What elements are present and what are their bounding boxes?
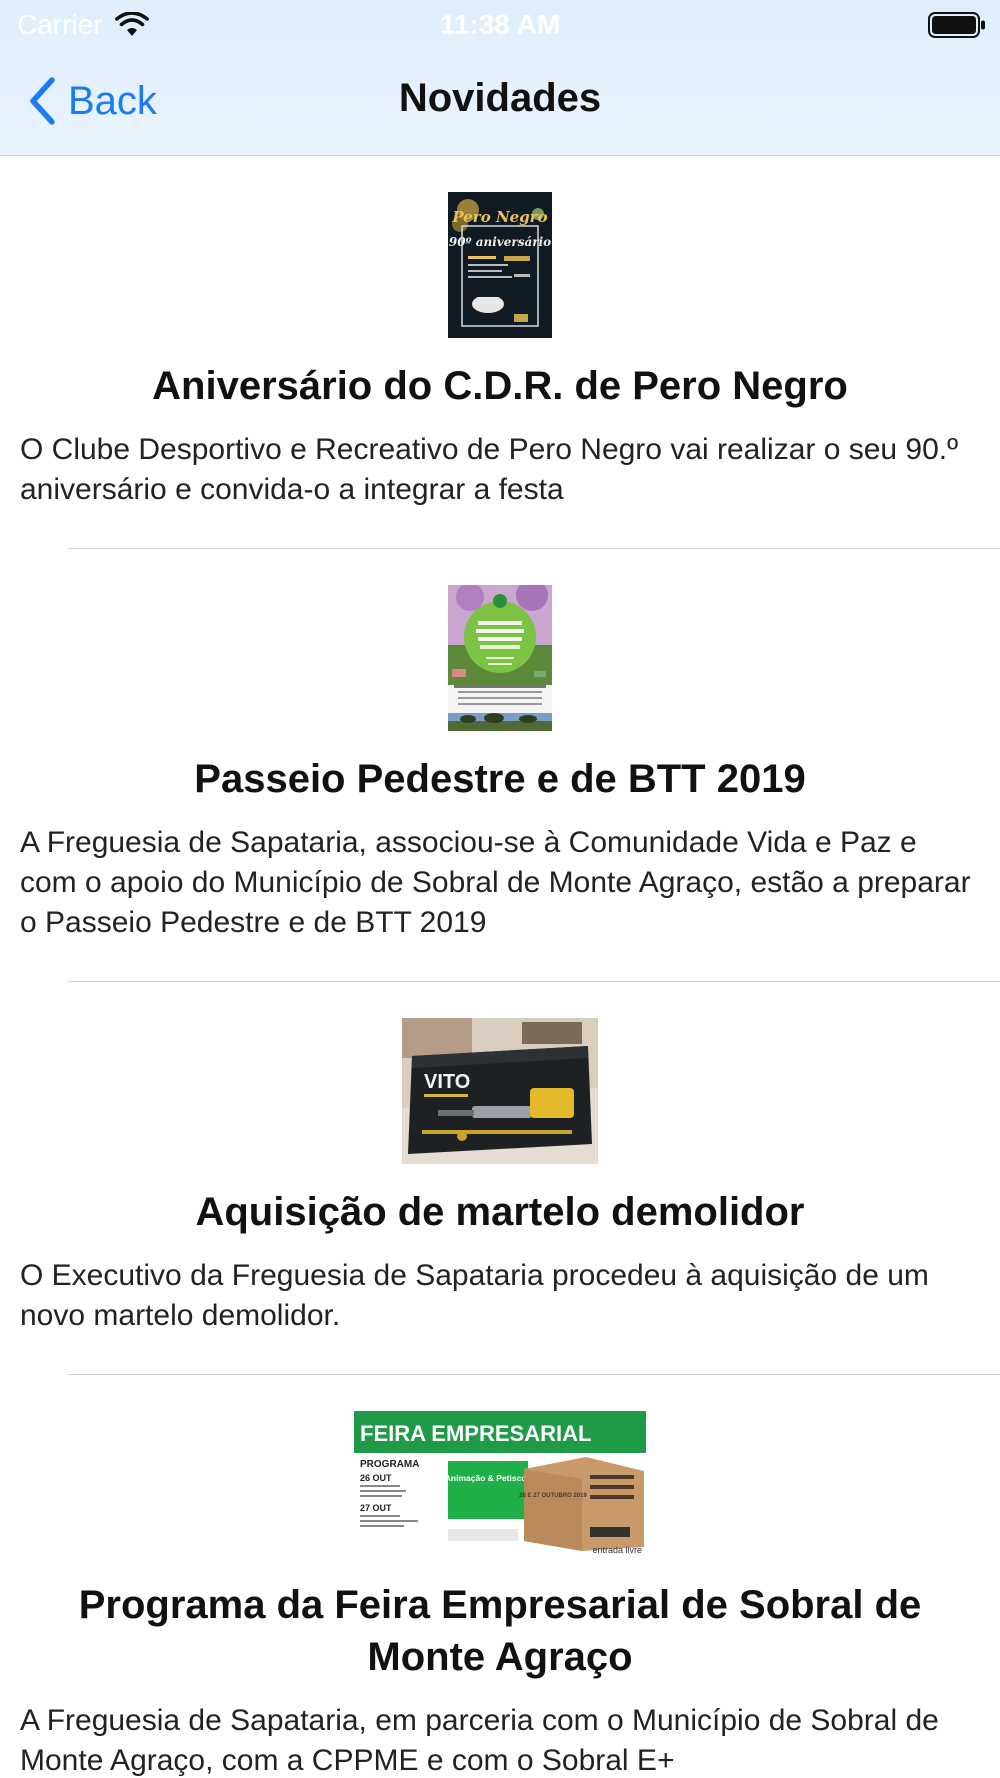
news-description: A Freguesia de Sapataria, em parceria co… xyxy=(20,1704,939,1777)
thumb-text-7: entrada livre xyxy=(592,1545,642,1555)
news-thumbnail: Pero Negro 90º aniversário xyxy=(448,192,552,338)
news-item[interactable]: FEIRA EMPRESARIAL PROGRAMA 26 OUT 27 OUT… xyxy=(0,1375,1000,1778)
thumb-text-1: FEIRA EMPRESARIAL xyxy=(360,1421,591,1446)
battery-icon xyxy=(928,12,985,38)
news-title: Programa da Feira Empresarial de Sobral … xyxy=(78,1583,922,1679)
thumb-text-1: VITO xyxy=(424,1071,470,1093)
thumb-text-5: Animação & Petiscos xyxy=(445,1473,532,1483)
news-item[interactable]: VITO Aquisição de martelo demolidor O Ex… xyxy=(0,982,1000,1375)
navigation-bar: Back Novidades xyxy=(0,50,1000,154)
news-description: O Executivo da Freguesia de Sapataria pr… xyxy=(20,1259,929,1332)
news-item[interactable]: Passeio Pedestre e de BTT 2019 A Fregues… xyxy=(0,549,1000,982)
status-bar: Carrier 11:38 AM xyxy=(0,0,1000,50)
news-item[interactable]: Pero Negro 90º aniversário Aniversário d… xyxy=(0,156,1000,549)
top-bar: Carrier 11:38 AM Back Novidades xyxy=(0,0,1000,156)
thumb-text-2: PROGRAMA xyxy=(360,1459,419,1470)
news-description: O Clube Desportivo e Recreativo de Pero … xyxy=(20,433,959,506)
thumb-text-4: 27 OUT xyxy=(360,1503,392,1513)
page-title: Novidades xyxy=(398,76,602,120)
news-thumbnail: VITO xyxy=(402,1018,598,1164)
status-time: 11:38 AM xyxy=(439,9,561,40)
news-description: A Freguesia de Sapataria, associou-se à … xyxy=(20,826,971,939)
thumb-text-1: Pero Negro xyxy=(451,208,547,226)
thumb-text-6: 26 E 27 OUTUBRO 2019 xyxy=(519,1493,587,1499)
screen: Carrier 11:38 AM Back Novidades Pero Neg… xyxy=(0,0,1000,1778)
news-title: Aniversário do C.D.R. de Pero Negro xyxy=(152,364,848,408)
news-title: Passeio Pedestre e de BTT 2019 xyxy=(194,757,806,801)
news-title: Aquisição de martelo demolidor xyxy=(195,1190,805,1234)
news-thumbnail xyxy=(448,585,552,731)
news-list: Pero Negro 90º aniversário Aniversário d… xyxy=(0,156,1000,1778)
thumb-text-3: 26 OUT xyxy=(360,1473,392,1483)
news-thumbnail: FEIRA EMPRESARIAL PROGRAMA 26 OUT 27 OUT… xyxy=(354,1411,646,1557)
thumb-text-2: 90º aniversário xyxy=(449,235,551,249)
